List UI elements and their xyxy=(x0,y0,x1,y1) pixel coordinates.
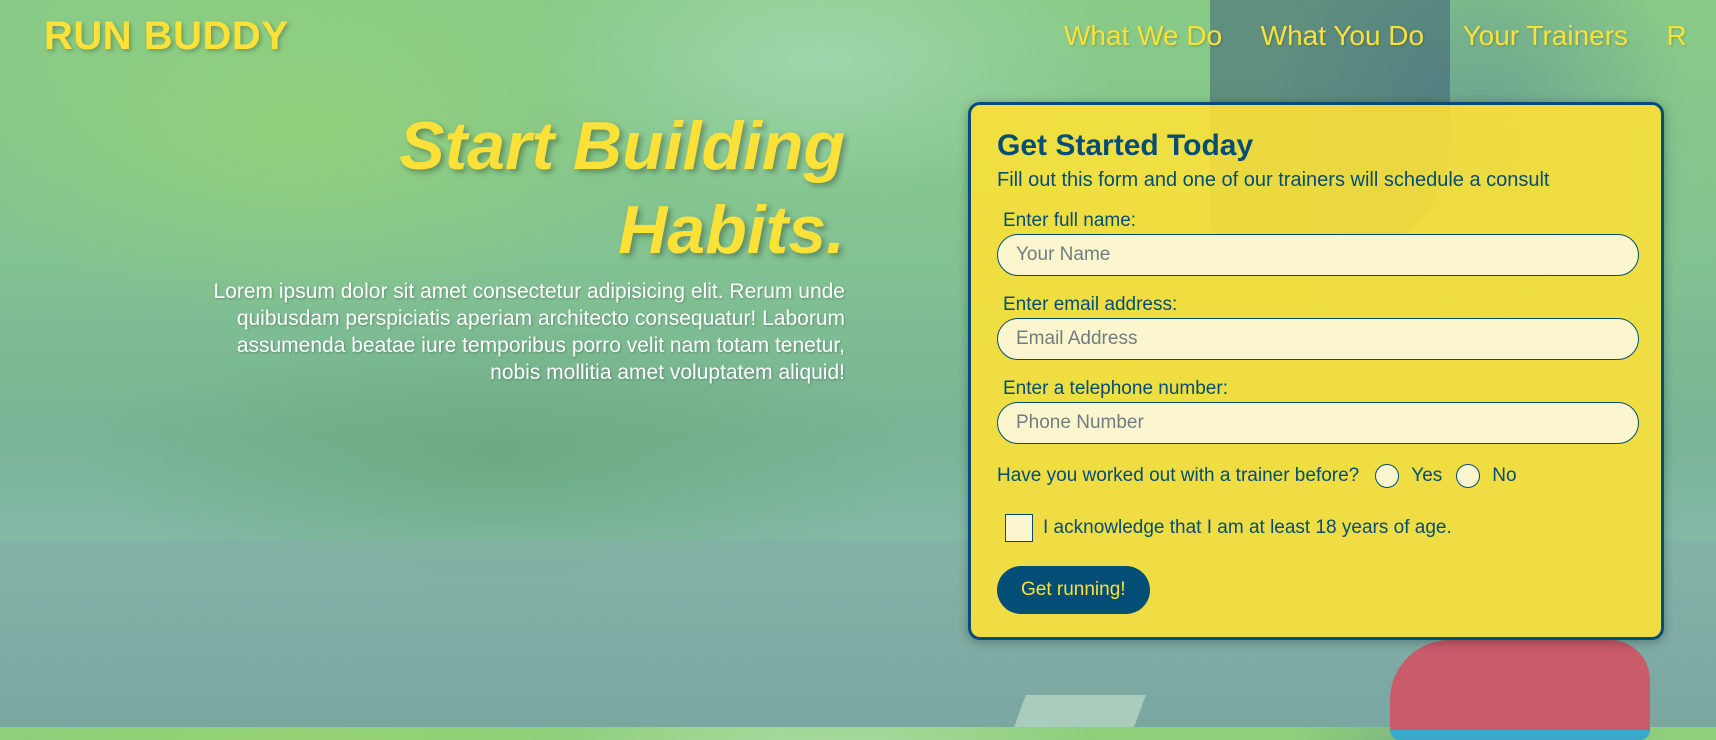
yes-radio-label[interactable]: Yes xyxy=(1411,465,1442,487)
running-shoe-image xyxy=(1390,640,1650,740)
nav-your-trainers[interactable]: Your Trainers xyxy=(1463,20,1629,52)
nav-truncated-item[interactable]: R xyxy=(1667,20,1687,52)
no-radio-label[interactable]: No xyxy=(1492,465,1516,487)
name-input[interactable] xyxy=(997,234,1639,276)
submit-button[interactable]: Get running! xyxy=(997,566,1150,614)
no-radio[interactable] xyxy=(1456,464,1481,488)
site-logo[interactable]: RUN BUDDY xyxy=(44,14,289,59)
nav-what-you-do[interactable]: What You Do xyxy=(1261,20,1424,52)
email-label: Enter email address: xyxy=(1003,294,1178,315)
email-input[interactable] xyxy=(997,318,1639,360)
hero-title: Start Building Habits. xyxy=(200,104,845,272)
hero-body-text: Lorem ipsum dolor sit amet consectetur a… xyxy=(213,280,845,384)
age-ack-checkbox[interactable] xyxy=(1005,514,1033,542)
hero-text: Start Building Habits. Lorem ipsum dolor… xyxy=(200,104,845,386)
age-ack-row: I acknowledge that I am at least 18 year… xyxy=(1005,514,1635,542)
site-header: RUN BUDDY What We Do What You Do Your Tr… xyxy=(0,0,1716,80)
age-ack-label[interactable]: I acknowledge that I am at least 18 year… xyxy=(1043,517,1452,539)
phone-input[interactable] xyxy=(997,402,1639,444)
get-started-form: Get Started Today Fill out this form and… xyxy=(968,102,1664,640)
hero-title-line2: Habits. xyxy=(618,192,845,268)
main-nav: What We Do What You Do Your Trainers R xyxy=(1064,20,1716,52)
name-label: Enter full name: xyxy=(1003,210,1137,231)
trainer-question-row: Have you worked out with a trainer befor… xyxy=(997,464,1635,488)
trainer-question-label: Have you worked out with a trainer befor… xyxy=(997,465,1360,486)
form-subtitle: Fill out this form and one of our traine… xyxy=(997,169,1550,191)
hero-title-line1: Start Building xyxy=(399,108,845,184)
form-title: Get Started Today xyxy=(997,129,1254,162)
nav-what-we-do[interactable]: What We Do xyxy=(1064,20,1222,52)
phone-label: Enter a telephone number: xyxy=(1003,378,1228,399)
road-marking xyxy=(1014,695,1146,727)
yes-radio[interactable] xyxy=(1375,464,1400,488)
